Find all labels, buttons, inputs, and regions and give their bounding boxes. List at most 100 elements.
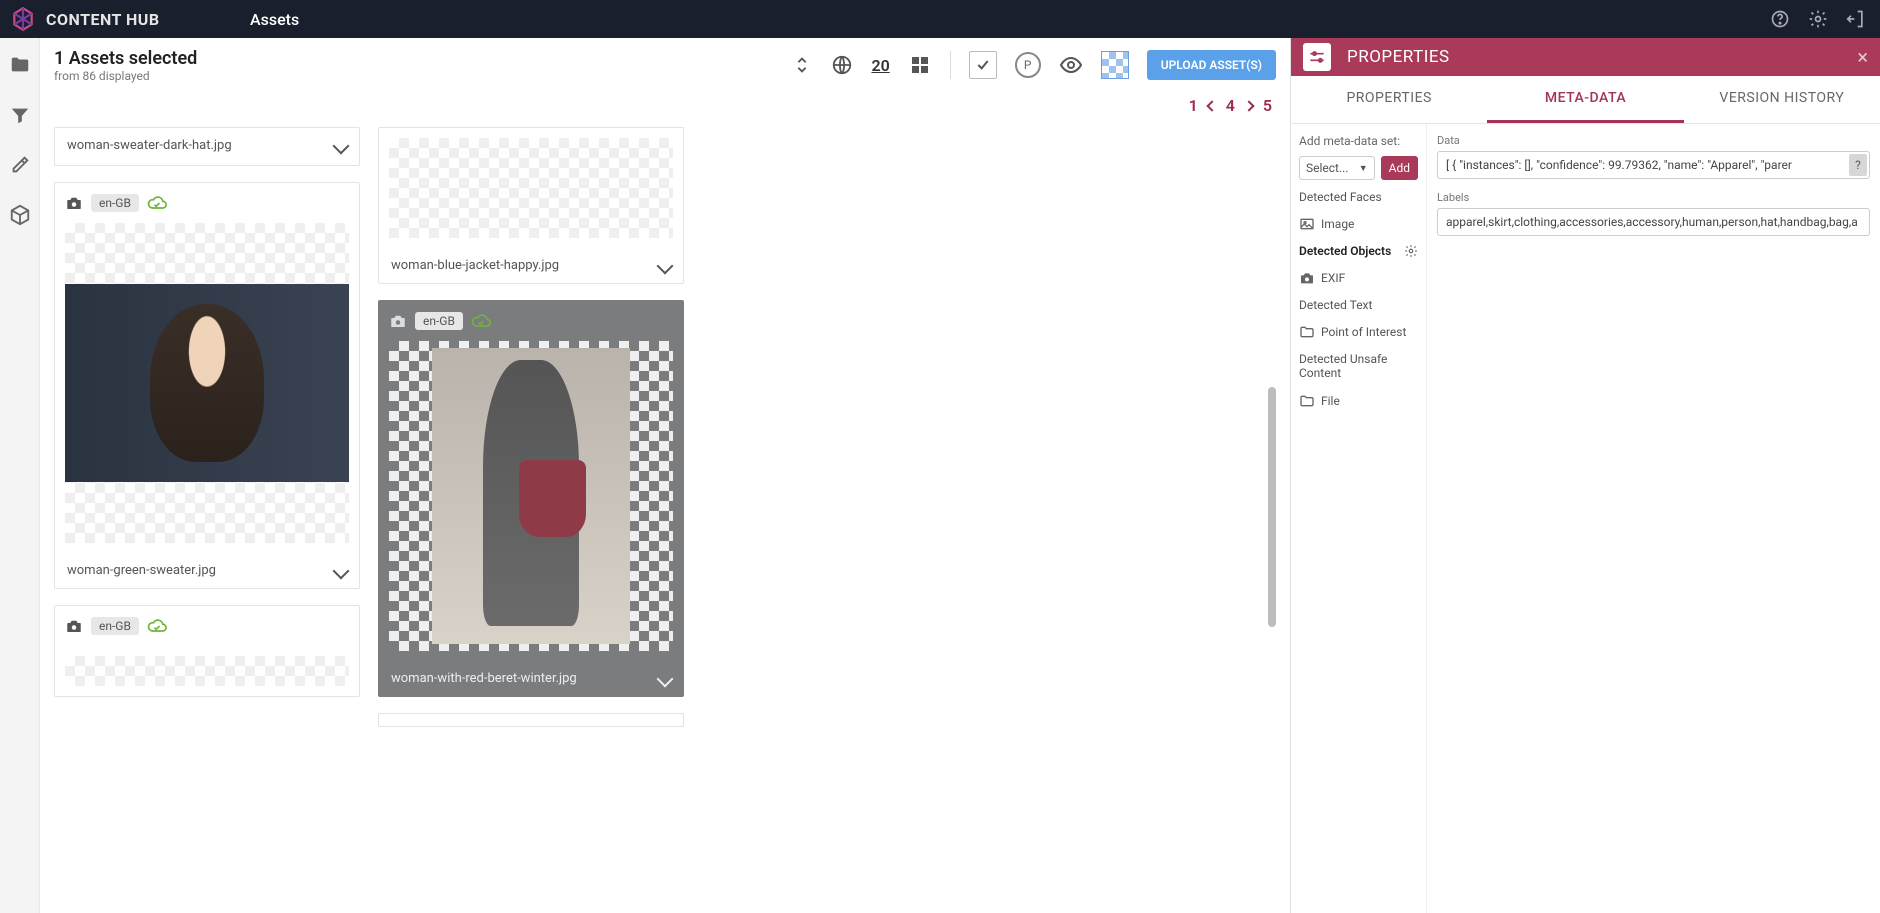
tab-version-history[interactable]: VERSION HISTORY — [1684, 76, 1880, 123]
asset-card[interactable]: en-GB woman-green-sweater.jpg — [54, 182, 360, 589]
publish-letter: P — [1024, 58, 1032, 72]
tools-icon[interactable] — [9, 154, 31, 176]
metaset-label: EXIF — [1321, 271, 1345, 285]
transparency-toggle[interactable] — [1101, 51, 1129, 79]
left-rail — [0, 38, 40, 913]
selection-title: 1 Assets selected — [54, 48, 197, 69]
metaset-image[interactable]: Image — [1299, 214, 1418, 234]
field-labels[interactable]: apparel,skirt,clothing,accessories,acces… — [1437, 208, 1870, 236]
cloud-check-icon — [147, 193, 167, 213]
metadata-select[interactable]: Select... ▼ — [1299, 156, 1375, 180]
asset-card[interactable]: en-GB — [54, 605, 360, 697]
check-icon — [975, 57, 991, 73]
page-prev-icon[interactable] — [1206, 100, 1217, 111]
metaset-unsafe[interactable]: Detected Unsafe Content — [1299, 350, 1418, 383]
upload-button[interactable]: UPLOAD ASSET(S) — [1147, 50, 1276, 80]
metaset-label: Detected Text — [1299, 298, 1372, 312]
metaset-detected-faces[interactable]: Detected Faces — [1299, 188, 1418, 206]
gear-icon[interactable] — [1404, 244, 1418, 258]
camera-icon — [65, 194, 83, 212]
field-value: apparel,skirt,clothing,accessories,acces… — [1446, 215, 1858, 229]
camera-icon — [65, 617, 83, 635]
selection-subtitle: from 86 displayed — [54, 69, 197, 83]
select-all-toggle[interactable] — [969, 51, 997, 79]
brand-name: CONTENT HUB — [46, 10, 160, 29]
asset-name: woman-sweater-dark-hat.jpg — [67, 138, 232, 153]
scrollbar[interactable] — [1268, 387, 1276, 627]
settings-icon[interactable] — [1808, 9, 1828, 29]
globe-icon[interactable] — [831, 54, 853, 76]
field-label-labels: Labels — [1437, 191, 1870, 204]
chevron-down-icon[interactable] — [657, 257, 674, 274]
field-data[interactable]: [ { "instances": [], "confidence": 99.79… — [1437, 151, 1870, 179]
metadata-set-list: Add meta-data set: Select... ▼ Add Detec… — [1291, 124, 1427, 913]
chevron-down-icon[interactable] — [333, 137, 350, 154]
metaset-label: Detected Unsafe Content — [1299, 352, 1418, 381]
tab-metadata[interactable]: META-DATA — [1487, 76, 1683, 123]
properties-header: PROPERTIES × — [1291, 38, 1880, 76]
locale-badge: en-GB — [91, 194, 139, 212]
package-icon[interactable] — [9, 204, 31, 226]
help-icon[interactable] — [1770, 9, 1790, 29]
add-button[interactable]: Add — [1381, 156, 1418, 180]
metaset-label: Detected Objects — [1299, 244, 1391, 258]
grid-view-icon[interactable] — [908, 53, 932, 77]
field-value: [ { "instances": [], "confidence": 99.79… — [1446, 158, 1792, 172]
asset-card[interactable] — [378, 713, 684, 727]
asset-name: woman-green-sweater.jpg — [67, 563, 216, 578]
properties-panel: PROPERTIES × PROPERTIES META-DATA VERSIO… — [1290, 38, 1880, 913]
metadata-fields: Data [ { "instances": [], "confidence": … — [1427, 124, 1880, 913]
page-last[interactable]: 5 — [1263, 96, 1272, 115]
metaset-detected-text[interactable]: Detected Text — [1299, 296, 1418, 314]
asset-scroll-area — [702, 127, 1276, 627]
metaset-label: File — [1321, 394, 1340, 408]
preview-icon[interactable] — [1059, 53, 1083, 77]
tab-properties[interactable]: PROPERTIES — [1291, 76, 1487, 123]
logo-area: CONTENT HUB — [0, 0, 236, 38]
top-icons — [1770, 0, 1880, 38]
help-badge[interactable]: ? — [1849, 154, 1867, 176]
page-size[interactable]: 20 — [871, 56, 889, 75]
app-logo-icon — [10, 6, 36, 32]
page-first[interactable]: 1 — [1189, 96, 1198, 115]
cloud-check-icon — [147, 616, 167, 636]
toolbar-right: 20 P UPLOAD ASSET(S) — [791, 50, 1276, 80]
image-icon — [1299, 216, 1315, 232]
divider — [950, 51, 951, 79]
metaset-poi[interactable]: Point of Interest — [1299, 322, 1418, 342]
sliders-icon[interactable] — [1303, 43, 1331, 71]
metaset-label: Point of Interest — [1321, 325, 1406, 339]
page-next-icon[interactable] — [1243, 100, 1254, 111]
pager: 1 4 5 — [40, 92, 1290, 123]
page-title: Assets — [236, 0, 1770, 38]
logout-icon[interactable] — [1846, 9, 1866, 29]
properties-tabs: PROPERTIES META-DATA VERSION HISTORY — [1291, 76, 1880, 124]
metaset-label: Image — [1321, 217, 1354, 231]
select-placeholder: Select... — [1306, 161, 1348, 175]
asset-card[interactable]: woman-blue-jacket-happy.jpg — [378, 127, 684, 284]
chevron-down-icon[interactable] — [333, 562, 350, 579]
folder-icon[interactable] — [9, 54, 31, 76]
field-label-data: Data — [1437, 134, 1870, 147]
camera-icon — [1299, 270, 1315, 286]
metaset-file[interactable]: File — [1299, 391, 1418, 411]
page-current[interactable]: 4 — [1226, 96, 1235, 115]
add-metadata-label: Add meta-data set: — [1299, 134, 1418, 148]
metaset-detected-objects[interactable]: Detected Objects — [1299, 242, 1418, 260]
asset-column: woman-blue-jacket-happy.jpg en-GB woman-… — [378, 127, 684, 727]
cloud-check-icon — [471, 311, 491, 331]
asset-card[interactable]: woman-sweater-dark-hat.jpg — [54, 127, 360, 166]
publish-button[interactable]: P — [1015, 52, 1041, 78]
properties-body: Add meta-data set: Select... ▼ Add Detec… — [1291, 124, 1880, 913]
asset-column: woman-sweater-dark-hat.jpg en-GB woman-g… — [54, 127, 360, 697]
filter-icon[interactable] — [9, 104, 31, 126]
asset-grid: woman-sweater-dark-hat.jpg en-GB woman-g… — [40, 123, 1290, 913]
asset-card-selected[interactable]: en-GB woman-with-red-beret-winter.jpg — [378, 300, 684, 697]
content: 1 Assets selected from 86 displayed 20 P… — [40, 38, 1290, 913]
properties-title: PROPERTIES — [1347, 47, 1450, 67]
metaset-exif[interactable]: EXIF — [1299, 268, 1418, 288]
sort-updown-icon[interactable] — [791, 54, 813, 76]
chevron-down-icon[interactable] — [657, 670, 674, 687]
close-icon[interactable]: × — [1857, 45, 1868, 69]
folder-outline-icon — [1299, 324, 1315, 340]
